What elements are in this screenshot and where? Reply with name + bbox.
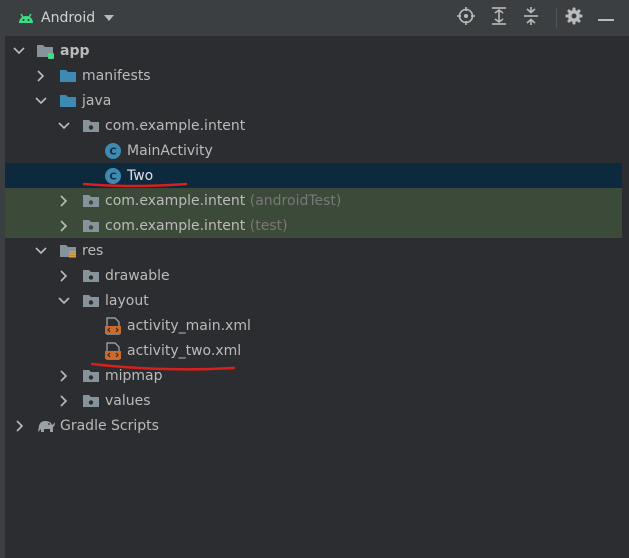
annotation-underlines bbox=[82, 182, 236, 371]
underline-activity-two bbox=[90, 362, 236, 371]
underline-two bbox=[82, 182, 188, 188]
